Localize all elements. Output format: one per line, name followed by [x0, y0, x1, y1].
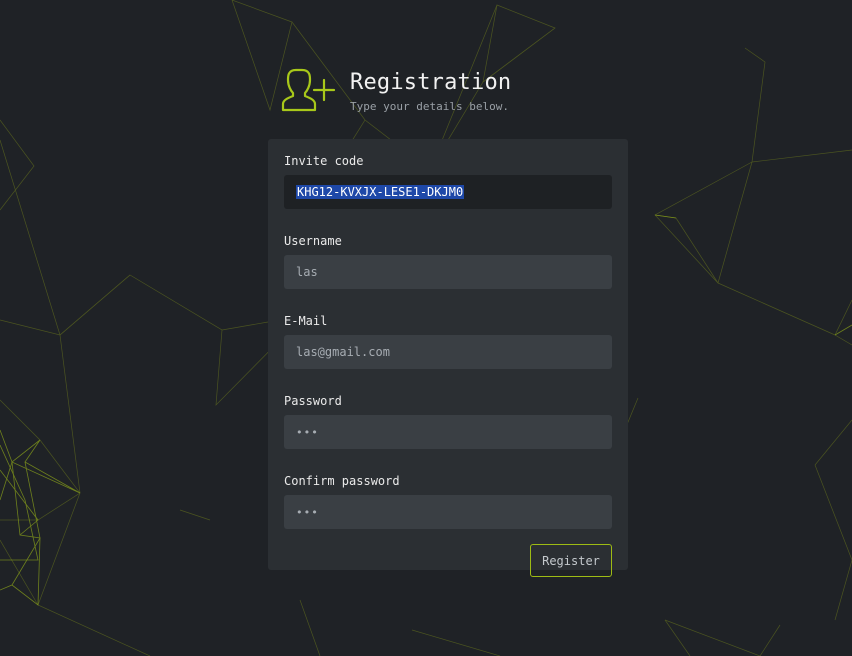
username-value: las	[296, 265, 318, 279]
register-button[interactable]: Register	[530, 544, 612, 577]
confirm-password-label: Confirm password	[284, 474, 400, 488]
password-input[interactable]: •••	[284, 415, 612, 449]
confirm-password-input[interactable]: •••	[284, 495, 612, 529]
password-label: Password	[284, 394, 342, 408]
registration-header: Registration Type your details below.	[280, 66, 511, 116]
invite-code-label: Invite code	[284, 154, 364, 168]
email-value: las@gmail.com	[296, 345, 390, 359]
user-add-icon	[281, 68, 336, 112]
username-input[interactable]: las	[284, 255, 612, 289]
email-input[interactable]: las@gmail.com	[284, 335, 612, 369]
invite-code-input[interactable]: KHG12-KVXJX-LESE1-DKJM0	[284, 175, 612, 209]
username-label: Username	[284, 234, 342, 248]
confirm-password-value: •••	[296, 505, 319, 519]
registration-form: Invite code KHG12-KVXJX-LESE1-DKJM0 User…	[268, 139, 628, 577]
page-title: Registration	[350, 70, 512, 95]
password-value: •••	[296, 425, 319, 439]
email-label: E-Mail	[284, 314, 328, 328]
invite-code-value: KHG12-KVXJX-LESE1-DKJM0	[296, 185, 465, 199]
form-actions: Register	[284, 544, 612, 577]
page-subtitle: Type your details below.	[350, 100, 509, 113]
